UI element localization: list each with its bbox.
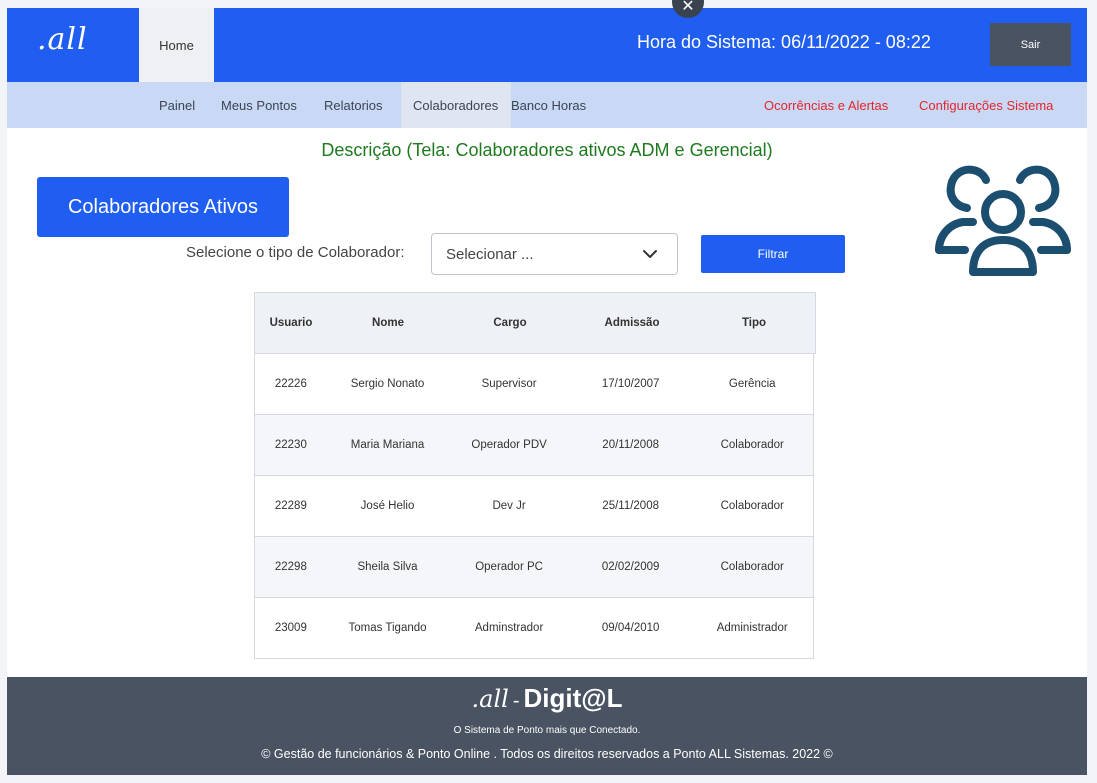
cell-admissao: 17/10/2007 [601, 378, 660, 390]
nav-item-banco-horas[interactable]: Banco Horas [511, 82, 586, 128]
sub-navigation: Painel Meus Pontos Relatorios Colaborado… [7, 82, 1087, 128]
cell-cargo: Dev Jr [492, 500, 526, 512]
cell-admissao: 20/11/2008 [602, 439, 659, 451]
table-row[interactable]: 23009 Tomas Tigando Adminstrador 09/04/2… [254, 598, 814, 659]
collaborators-table: Usuario Nome Cargo Admissão Tipo 22226 S… [254, 292, 816, 659]
footer-logo-script: .all [471, 685, 509, 713]
header-nome[interactable]: Nome [327, 293, 449, 353]
nav-item-configuracoes[interactable]: Configurações Sistema [919, 82, 1053, 128]
cell-usuario: 23009 [274, 622, 307, 634]
cell-cargo: Supervisor [481, 378, 537, 390]
cell-nome: José Helio [360, 500, 415, 512]
cell-tipo: Colaborador [720, 500, 784, 512]
cell-nome: Tomas Tigando [348, 622, 427, 634]
table-row[interactable]: 22226 Sergio Nonato Supervisor 17/10/200… [254, 354, 814, 415]
chevron-down-icon [643, 250, 657, 258]
header-usuario[interactable]: Usuario [255, 293, 327, 353]
cell-nome: Sergio Nonato [350, 378, 425, 390]
cell-tipo: Colaborador [720, 561, 784, 573]
cell-admissao: 25/11/2008 [602, 500, 659, 512]
system-time: Hora do Sistema: 06/11/2022 - 08:22 [637, 32, 931, 52]
table-row[interactable]: 22298 Sheila Silva Operador PC 02/02/200… [254, 537, 814, 598]
cell-admissao: 09/04/2010 [601, 622, 660, 634]
select-value: Selecionar ... [446, 245, 534, 263]
home-tab[interactable]: Home [139, 8, 214, 82]
table-header: Usuario Nome Cargo Admissão Tipo [254, 292, 816, 354]
cell-usuario: 22289 [274, 500, 307, 512]
collaborator-type-label: Selecione o tipo de Colaborador: [186, 244, 405, 261]
cell-admissao: 02/02/2009 [601, 561, 660, 573]
table-row[interactable]: 22289 José Helio Dev Jr 25/11/2008 Colab… [254, 476, 814, 537]
nav-item-meus-pontos[interactable]: Meus Pontos [209, 82, 309, 128]
cell-cargo: Operador PDV [471, 439, 547, 451]
screen-description: Descrição (Tela: Colaboradores ativos AD… [321, 140, 773, 160]
cell-tipo: Gerência [728, 378, 776, 390]
footer-logo-brand: Digit@L [523, 683, 623, 713]
cell-nome: Maria Mariana [350, 439, 425, 451]
cell-tipo: Administrador [716, 622, 788, 634]
cell-cargo: Operador PC [475, 561, 543, 573]
users-group-icon [935, 165, 1071, 276]
app-frame: .all Home Hora do Sistema: 06/11/2022 - … [7, 8, 1087, 775]
cell-nome: Sheila Silva [357, 561, 418, 573]
footer-logo-dash: - [512, 690, 520, 712]
cell-usuario: 22298 [274, 561, 307, 573]
header-cargo[interactable]: Cargo [449, 293, 571, 353]
footer-tagline: O Sistema de Ponto mais que Conectado. [453, 725, 641, 736]
cell-usuario: 22230 [274, 439, 307, 451]
top-bar: .all Home Hora do Sistema: 06/11/2022 - … [7, 8, 1087, 82]
logout-button[interactable]: Sair [990, 23, 1071, 66]
footer-logo: .all - Digit@L [7, 683, 1087, 714]
footer-copyright: © Gestão de funcionários & Ponto Online … [261, 747, 833, 761]
nav-item-relatorios[interactable]: Relatorios [312, 82, 395, 128]
cell-cargo: Adminstrador [474, 622, 544, 634]
cell-tipo: Colaborador [720, 439, 784, 451]
filter-button[interactable]: Filtrar [701, 235, 845, 273]
active-collaborators-button[interactable]: Colaboradores Ativos [37, 177, 289, 237]
nav-item-colaboradores[interactable]: Colaboradores [401, 82, 511, 128]
nav-item-painel[interactable]: Painel [147, 82, 207, 128]
footer: .all - Digit@L O Sistema de Ponto mais que… [7, 677, 1087, 775]
app-logo[interactable]: .all [37, 22, 88, 57]
table-row[interactable]: 22230 Maria Mariana Operador PDV 20/11/2… [254, 415, 814, 476]
collaborator-type-select[interactable]: Selecionar ... [431, 233, 678, 275]
header-admissao[interactable]: Admissão [571, 293, 693, 353]
header-tipo[interactable]: Tipo [693, 293, 815, 353]
cell-usuario: 22226 [274, 378, 307, 390]
nav-item-ocorrencias[interactable]: Ocorrências e Alertas [764, 82, 888, 128]
